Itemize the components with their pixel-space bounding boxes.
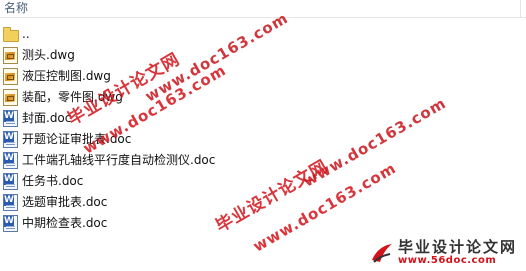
watermark-logo: 毕业设计论文网 www.56doc.com [368, 236, 524, 270]
file-row[interactable]: 封面.doc [2, 108, 522, 128]
word-doc-icon [2, 110, 18, 127]
file-name: 任务书.doc [22, 174, 84, 188]
file-name: 液压控制图.dwg [22, 69, 111, 83]
word-doc-icon [2, 194, 18, 211]
word-doc-icon [2, 152, 18, 169]
file-name: 工件端孔轴线平行度自动检测仪.doc [22, 153, 216, 167]
file-name: 装配，零件图.dwg [22, 90, 123, 104]
word-doc-icon [2, 215, 18, 232]
file-row[interactable]: 工件端孔轴线平行度自动检测仪.doc [2, 150, 522, 170]
name-column-header[interactable]: 名称 [4, 1, 28, 15]
logo-url: www.56doc.com [398, 255, 497, 266]
column-header[interactable]: 名称 [0, 0, 526, 18]
word-doc-icon [2, 131, 18, 148]
file-row[interactable]: 任务书.doc [2, 171, 522, 191]
logo-mark-icon [372, 244, 392, 263]
file-name: .. [22, 27, 30, 41]
dwg-file-icon [2, 47, 18, 64]
dwg-file-icon [2, 68, 18, 85]
file-name: 测头.dwg [22, 48, 75, 62]
column-divider[interactable] [520, 0, 521, 17]
file-name: 选题审批表.doc [22, 195, 108, 209]
file-row[interactable]: 选题审批表.doc [2, 192, 522, 212]
file-row[interactable]: 液压控制图.dwg [2, 66, 522, 86]
word-doc-icon [2, 173, 18, 190]
logo-title: 毕业设计论文网 [398, 238, 518, 256]
file-row[interactable]: 测头.dwg [2, 45, 522, 65]
file-name: 封面.doc [22, 111, 72, 125]
dwg-file-icon [2, 89, 18, 106]
file-row[interactable]: 装配，零件图.dwg [2, 87, 522, 107]
file-row[interactable]: 中期检查表.doc [2, 213, 522, 233]
file-row[interactable]: 开题论证审批表.doc [2, 129, 522, 149]
folder-up-icon [2, 26, 19, 42]
file-name: 开题论证审批表.doc [22, 132, 132, 146]
file-name: 中期检查表.doc [22, 216, 108, 230]
file-row-parent-folder[interactable]: .. [2, 24, 522, 44]
